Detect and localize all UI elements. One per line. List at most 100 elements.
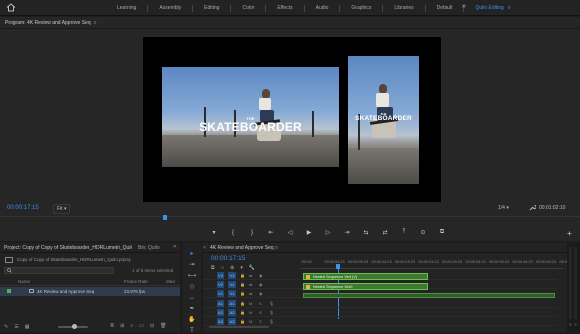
column-frame-rate[interactable]: Frame Rate [124, 279, 148, 284]
timeline-ruler[interactable] [301, 268, 563, 269]
pencil-icon[interactable]: ✎ [4, 324, 8, 330]
panel-menu-icon[interactable]: ≡ [94, 20, 97, 26]
track-a1[interactable]: A1 A1 🔒 M S 🎙 [203, 299, 557, 308]
sync-lock-icon[interactable]: ⇄ [249, 282, 252, 287]
workspace-tab-learning[interactable]: Learning [117, 5, 136, 11]
lock-icon[interactable]: 🔒 [240, 301, 245, 306]
timeline-tab[interactable]: 4K Review and Approve Seq ≡ [210, 245, 278, 251]
mark-in-button[interactable]: { [229, 230, 237, 236]
lock-icon[interactable]: 🔒 [240, 291, 245, 296]
workspace-tab-effects[interactable]: Effects [277, 5, 292, 11]
meter-solo-s[interactable]: S [569, 322, 572, 327]
playback-resolution-dropdown[interactable]: 1/4 ▾ [498, 205, 509, 211]
track-target-v1[interactable]: V1 [228, 290, 236, 297]
program-timecode[interactable]: 00:00:17:15 [7, 205, 39, 211]
lift-button[interactable]: ⤒ [400, 229, 408, 236]
home-icon[interactable] [6, 3, 16, 12]
wrench-icon[interactable] [529, 204, 536, 211]
workspace-tab-assembly[interactable]: Assembly [159, 5, 181, 11]
comparison-view-button[interactable]: ⧉ [438, 229, 446, 236]
solo-icon[interactable]: S [259, 301, 262, 306]
lock-icon[interactable]: 🔒 [240, 319, 245, 324]
monitor-time-ruler[interactable] [0, 216, 580, 225]
project-search-input[interactable] [4, 267, 114, 274]
sort-icon[interactable]: ≣ [110, 323, 114, 329]
track-a2[interactable]: A2 A2 🔒 M S 🎙 [203, 308, 557, 317]
audio-clip[interactable] [303, 293, 555, 298]
track-target-a2[interactable]: A2 [228, 309, 236, 316]
go-to-in-button[interactable]: ⇤ [267, 229, 275, 236]
workspace-tab-libraries[interactable]: Libraries [394, 5, 413, 11]
solo-icon[interactable]: S [259, 310, 262, 315]
workspace-tab-quilo-editing[interactable]: Quilo Editing [475, 5, 503, 11]
track-target-v3[interactable]: V3 [228, 272, 236, 279]
find-icon[interactable]: ⌕ [130, 323, 133, 329]
meter-solo-s2[interactable]: S [574, 322, 577, 327]
panels-overflow-button[interactable]: » [173, 244, 176, 250]
overwrite-button[interactable]: ⇄ [381, 229, 389, 236]
go-to-out-button[interactable]: ⇥ [343, 229, 351, 236]
timeline-clip[interactable]: Nested Sequence Vert (V) [303, 273, 428, 280]
mic-icon[interactable]: 🎙 [269, 310, 274, 315]
track-a3[interactable]: A3 A3 🔒 M S 🎙 [203, 317, 557, 326]
button-editor-add-button[interactable]: + [567, 229, 572, 238]
add-marker-button[interactable]: ▾ [210, 229, 218, 236]
source-patch-v1[interactable]: V1 [217, 290, 224, 297]
lock-icon[interactable]: 🔒 [240, 310, 245, 315]
selection-tool-icon[interactable]: ▸ [190, 251, 193, 257]
bin-tab[interactable]: Bin: Quilo [138, 245, 160, 251]
eye-icon[interactable]: ◉ [259, 273, 263, 278]
mute-icon[interactable]: M [249, 301, 252, 306]
mic-icon[interactable]: 🎙 [269, 301, 274, 306]
zoom-fit-dropdown[interactable]: Fit ▾ [53, 204, 71, 214]
workspace-tab-default[interactable]: Default [437, 5, 453, 11]
track-target-v2[interactable]: V2 [228, 281, 236, 288]
trash-icon[interactable]: 🗑 [160, 323, 166, 329]
eye-icon[interactable]: ◉ [259, 291, 263, 296]
export-frame-button[interactable]: ⊙ [419, 229, 427, 236]
source-patch-v2[interactable]: V2 [217, 281, 224, 288]
panel-menu-icon[interactable]: ≡ [275, 245, 278, 251]
icon-view-icon[interactable]: ▦ [25, 324, 30, 330]
insert-button[interactable]: ⇆ [362, 229, 370, 236]
type-tool-icon[interactable]: T [190, 328, 194, 334]
close-icon[interactable]: × [203, 245, 206, 251]
timeline-timecode[interactable]: 00:00:17:15 [211, 255, 245, 262]
step-forward-button[interactable]: ▷ [324, 229, 332, 236]
program-monitor-title[interactable]: Program: 4K Review and Approve Seq ≡ [5, 20, 97, 26]
source-patch-a1[interactable]: A1 [217, 300, 224, 307]
project-panel-title[interactable]: Project: Copy of Copy of Skateboarder_HD… [4, 245, 132, 251]
column-name[interactable]: Name [18, 279, 30, 284]
track-select-tool-icon[interactable]: ⇥ [189, 262, 194, 268]
workspaces-overflow-button[interactable]: » [462, 3, 466, 10]
workspace-tab-color[interactable]: Color [242, 5, 254, 11]
workspace-tab-graphics[interactable]: Graphics [351, 5, 371, 11]
lock-icon[interactable]: 🔒 [240, 273, 245, 278]
mark-out-button[interactable]: } [248, 230, 256, 236]
video-canvas[interactable]: THE SKATEBOARDER THE SKATEBOARDER [143, 37, 441, 202]
mute-icon[interactable]: M [249, 319, 252, 324]
monitor-playhead[interactable] [163, 215, 168, 220]
list-view-icon[interactable]: ☰ [14, 324, 18, 330]
new-bin-icon[interactable]: ▭ [139, 323, 144, 329]
automate-icon[interactable]: ⊞ [120, 323, 124, 329]
hand-tool-icon[interactable]: ✋ [188, 317, 195, 323]
project-item-row[interactable]: 4K Review and Approve Seq 23.976 fps [0, 287, 180, 296]
mute-icon[interactable]: M [249, 310, 252, 315]
play-button[interactable]: ▶ [305, 229, 313, 236]
timeline-clip[interactable]: Nested Sequence 16x9 [303, 283, 428, 290]
mic-icon[interactable]: 🎙 [269, 319, 274, 324]
timeline-scroll-handle[interactable] [209, 326, 269, 328]
source-patch-a3[interactable]: A3 [217, 318, 224, 325]
track-target-a1[interactable]: A1 [228, 300, 236, 307]
source-patch-a2[interactable]: A2 [217, 309, 224, 316]
step-back-button[interactable]: ◁ [286, 229, 294, 236]
eye-icon[interactable]: ◉ [259, 282, 263, 287]
thumbnail-size-slider-handle[interactable] [72, 324, 77, 329]
lock-icon[interactable]: 🔒 [240, 282, 245, 287]
pen-tool-icon[interactable]: ✒ [189, 306, 194, 312]
solo-icon[interactable]: S [259, 319, 262, 324]
track-target-a3[interactable]: A3 [228, 318, 236, 325]
source-patch-v3[interactable]: V3 [217, 272, 224, 279]
new-item-icon[interactable]: ⊟ [150, 323, 154, 329]
